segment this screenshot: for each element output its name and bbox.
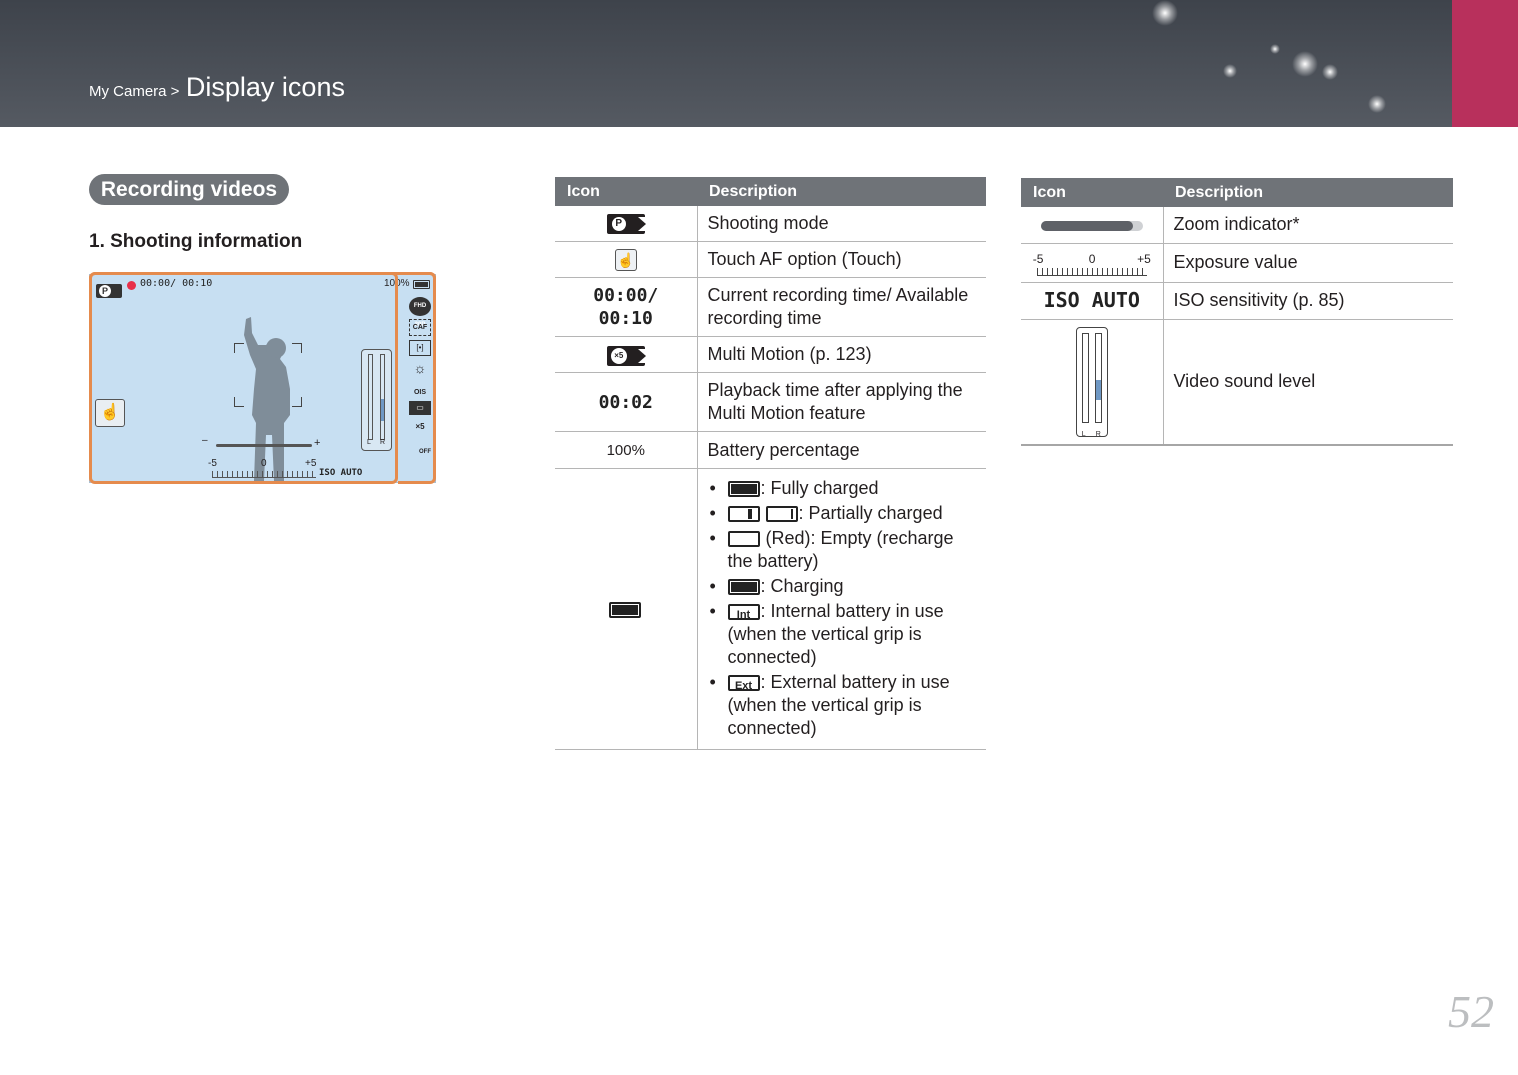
col-header-icon: Icon <box>1021 178 1163 207</box>
battery-external-icon: Ext <box>727 674 760 692</box>
row-desc: Multi Motion (p. 123) <box>697 336 986 374</box>
row-desc: Video sound level <box>1163 319 1453 446</box>
sub-heading: 1. Shooting information <box>89 231 303 252</box>
page-header: My Camera > Display icons <box>0 0 1518 127</box>
table-row: L R Video sound level <box>1021 319 1453 446</box>
touch-af-icon: ☝ <box>614 249 637 272</box>
table-row: ×5 Multi Motion (p. 123) <box>555 336 986 374</box>
row-desc: Zoom indicator* <box>1163 207 1453 244</box>
icon-table-2: Icon Description Zoom indicator* -5 0 +5 <box>1021 178 1453 446</box>
list-item: : Fully charged <box>708 477 977 500</box>
battery-status-list: : Fully charged : Partially charged (Red… <box>708 477 977 740</box>
iso-auto-icon: ISO AUTO <box>1043 287 1140 312</box>
table-row: : Fully charged : Partially charged (Red… <box>555 468 986 751</box>
breadcrumb: My Camera > Display icons <box>89 72 345 103</box>
level-right-label: R <box>1095 430 1101 438</box>
battery-percent-icon: 100% <box>606 442 645 460</box>
section-title: Recording videos <box>89 174 289 205</box>
table-row: P Shooting mode <box>555 206 986 242</box>
sparkle <box>1270 44 1280 54</box>
callout-left-frame <box>89 272 398 484</box>
exposure-scale-icon: -5 0 +5 <box>1033 250 1151 276</box>
chapter-tab <box>1452 0 1518 127</box>
row-desc: Current recording time/ Available record… <box>697 277 986 338</box>
battery-charging-icon <box>727 578 760 595</box>
sparkle <box>1223 64 1237 78</box>
icon-table-1: Icon Description P Shooting mode ☝ Touch… <box>555 177 986 751</box>
list-item: (Red): Empty (recharge the battery) <box>708 527 977 573</box>
col-header-icon: Icon <box>555 177 697 206</box>
page-number: 52 <box>1448 986 1494 1037</box>
table-row: 00:02 Playback time after applying the M… <box>555 372 986 433</box>
level-left-label: L <box>1081 430 1086 438</box>
sparkle <box>1152 0 1178 26</box>
multi-motion-icon: ×5 <box>606 345 646 366</box>
table-row: 100% Battery percentage <box>555 431 986 470</box>
breadcrumb-parent: My Camera > <box>89 83 180 100</box>
rec-time-icon: 00:00/ 00:10 <box>593 285 659 330</box>
row-desc: Shooting mode <box>697 206 986 242</box>
callout-right-column <box>398 272 436 484</box>
table-row: ☝ Touch AF option (Touch) <box>555 241 986 279</box>
sound-level-icon: L R <box>1075 326 1108 438</box>
list-item: : Partially charged <box>708 502 977 525</box>
row-desc: Playback time after applying the Multi M… <box>697 372 986 433</box>
battery-full-icon <box>727 480 760 497</box>
sparkle <box>1368 95 1386 113</box>
row-desc: Touch AF option (Touch) <box>697 241 986 279</box>
battery-full-icon <box>609 601 642 618</box>
battery-internal-icon: Int <box>727 603 760 621</box>
list-item: Ext: External battery in use (when the v… <box>708 671 977 740</box>
table-row: 00:00/ 00:10 Current recording time/ Ava… <box>555 277 986 338</box>
table-row: -5 0 +5 Exposure value <box>1021 243 1453 283</box>
col-header-description: Description <box>697 177 986 206</box>
playback-time-icon: 00:02 <box>598 391 653 413</box>
row-desc: Exposure value <box>1163 243 1453 283</box>
list-item: : Charging <box>708 575 977 598</box>
battery-empty-icon <box>727 530 760 547</box>
zoom-indicator-icon <box>1040 220 1143 231</box>
row-desc: Battery percentage <box>697 431 986 470</box>
col-header-description: Description <box>1163 178 1453 207</box>
battery-half-icon <box>727 505 760 522</box>
row-desc: ISO sensitivity (p. 85) <box>1163 282 1453 320</box>
p-movie-icon: P <box>606 214 646 235</box>
battery-low-icon <box>765 505 798 522</box>
list-item: Int: Internal battery in use (when the v… <box>708 600 977 669</box>
table-row: Zoom indicator* <box>1021 207 1453 244</box>
sparkle <box>1322 64 1338 80</box>
sparkle <box>1292 51 1318 77</box>
page-title: Display icons <box>185 72 345 102</box>
table-row: ISO AUTO ISO sensitivity (p. 85) <box>1021 282 1453 320</box>
